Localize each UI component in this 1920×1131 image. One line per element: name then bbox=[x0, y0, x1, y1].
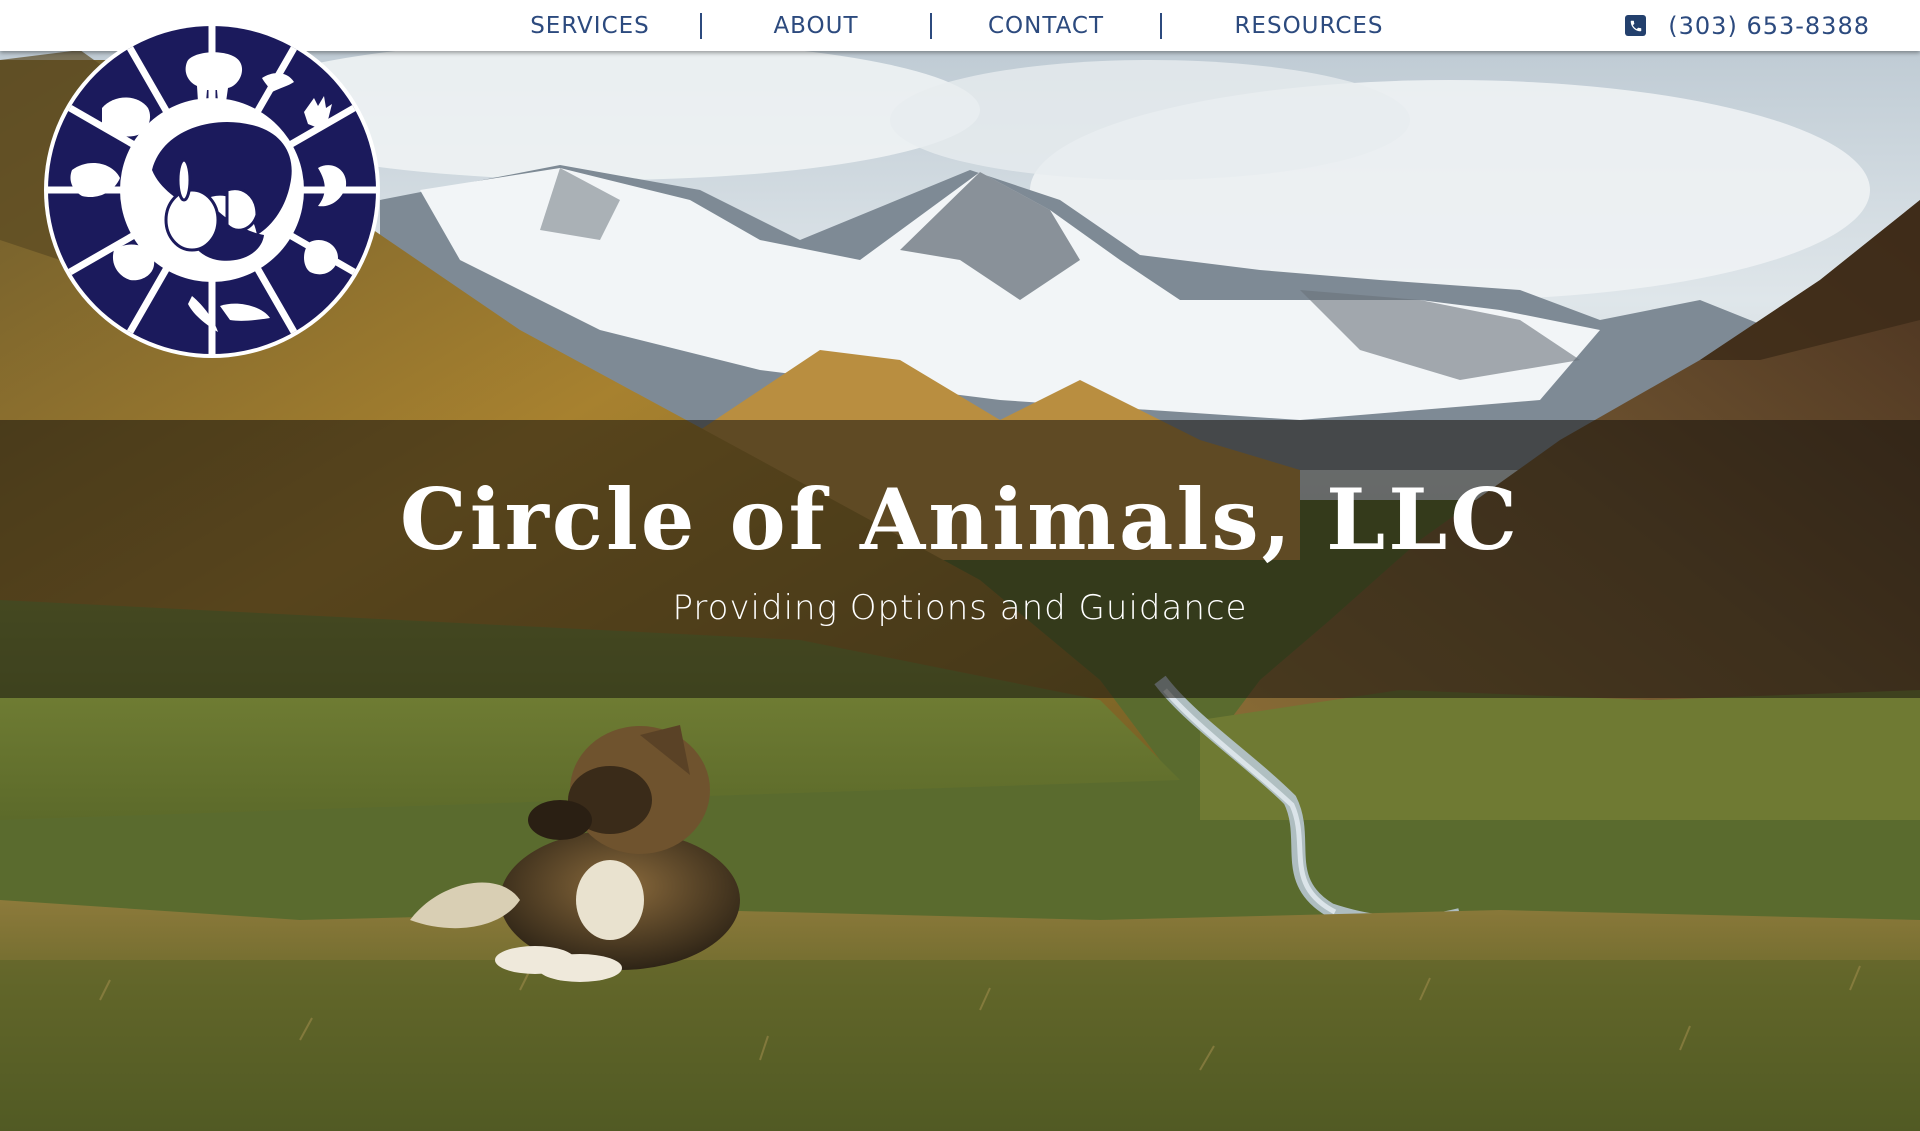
phone-number-link[interactable]: (303) 653-8388 bbox=[1668, 12, 1870, 40]
nav-link-about[interactable]: ABOUT bbox=[702, 13, 930, 39]
logo-emblem bbox=[44, 22, 380, 358]
circle-of-animals-logo[interactable] bbox=[42, 20, 382, 360]
nav-link-services[interactable]: SERVICES bbox=[480, 13, 700, 39]
nav-link-resources[interactable]: RESOURCES bbox=[1162, 13, 1456, 39]
phone-contact[interactable]: (303) 653-8388 bbox=[1625, 0, 1870, 51]
main-nav: SERVICES ABOUT CONTACT RESOURCES bbox=[480, 0, 1456, 51]
nav-link-contact[interactable]: CONTACT bbox=[932, 13, 1160, 39]
phone-icon bbox=[1625, 15, 1647, 36]
hero-title: Circle of Animals, LLC bbox=[399, 470, 1521, 569]
hero-subtitle: Providing Options and Guidance bbox=[672, 588, 1248, 628]
